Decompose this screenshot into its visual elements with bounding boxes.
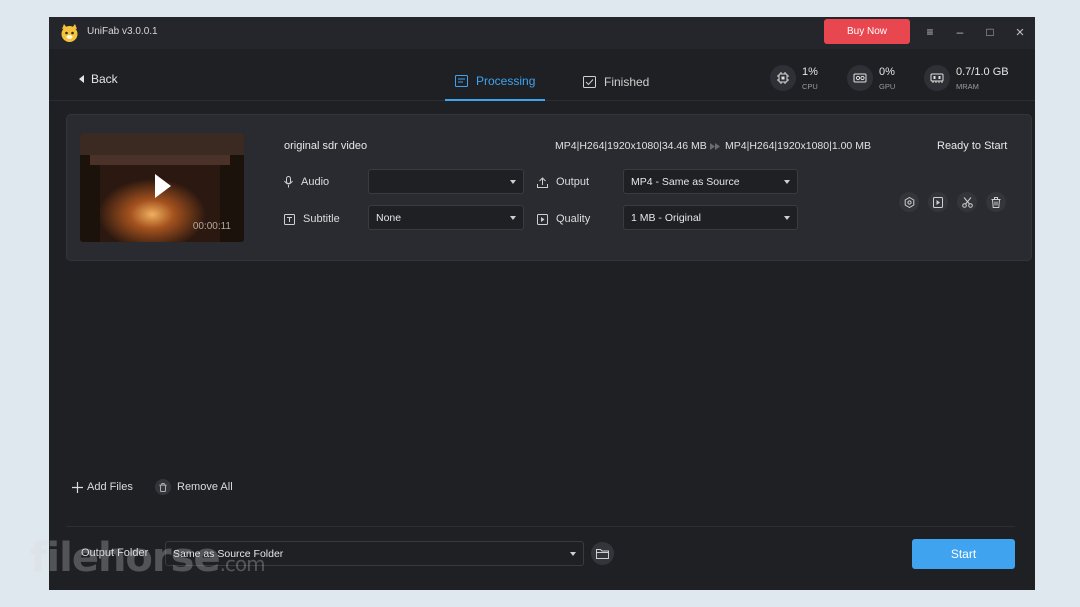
mram-value: 0.7/1.0 GB [956,65,1009,78]
maximize-icon[interactable]: □ [979,23,1001,41]
tab-processing-label: Processing [476,73,536,88]
audio-select[interactable] [368,169,524,194]
close-icon[interactable]: × [1009,23,1031,41]
settings-icon [904,196,914,208]
minimize-icon[interactable]: – [949,23,971,41]
cpu-value: 1% [802,65,818,78]
remove-all-label: Remove All [177,481,233,493]
folder-icon [596,549,609,559]
start-button[interactable]: Start [912,539,1015,569]
cpu-stat: 1% CPU [770,65,818,91]
add-files-button[interactable]: Add Files [72,481,133,493]
convert-arrow-icon [710,143,720,150]
gpu-icon [847,65,873,91]
watermark-main: filehorse [30,535,221,581]
subtitle-label-text: Subtitle [303,213,340,225]
top-navigation: Back Processing Finished 1% CPU 0% GPU 0… [49,49,1035,101]
mram-stat: 0.7/1.0 GB MRAM [924,65,1009,91]
gpu-label: GPU [879,81,896,91]
delete-button[interactable] [986,192,1006,212]
remove-all-button[interactable]: Remove All [155,479,233,495]
chevron-down-icon [510,179,516,184]
buy-now-button[interactable]: Buy Now [824,19,910,44]
gpu-value: 0% [879,65,895,78]
subtitle-select-value: None [376,211,402,224]
cpu-label: CPU [802,81,818,91]
trim-button[interactable] [957,192,977,212]
back-label: Back [91,72,118,86]
output-label-text: Output [556,176,590,188]
chevron-down-icon [784,179,790,184]
chevron-down-icon [570,551,576,556]
subtitle-select[interactable]: None [368,205,524,230]
trash-icon [991,196,1001,208]
mram-label: MRAM [956,81,979,91]
app-window: UniFab v3.0.0.1 Buy Now ≡ – □ × Back Pro… [49,17,1035,590]
watermark-suffix: .com [219,552,266,576]
source-format: MP4|H264|1920x1080|34.46 MB [555,140,707,152]
quality-icon [537,213,548,225]
memory-icon [924,65,950,91]
video-duration: 00:00:11 [192,221,231,232]
browse-folder-button[interactable] [591,542,614,565]
output-select[interactable]: MP4 - Same as Source [623,169,798,194]
add-files-label: Add Files [87,481,133,493]
preview-icon [932,196,943,208]
microphone-icon [284,176,293,188]
plus-icon [72,481,83,493]
menu-icon[interactable]: ≡ [919,23,941,41]
app-title: UniFab v3.0.0.1 [87,26,158,37]
output-label: Output [537,176,589,188]
finished-icon [583,75,596,88]
filehorse-watermark: filehorse.com [30,535,266,581]
settings-button[interactable] [899,192,919,212]
preview-button[interactable] [928,192,948,212]
task-card[interactable]: 00:00:11 original sdr video MP4|H264|192… [66,114,1032,261]
file-name: original sdr video [284,140,368,152]
task-status: Ready to Start [937,140,1008,152]
processing-icon [455,74,468,87]
scissors-icon [961,196,973,208]
chevron-down-icon [784,215,790,220]
video-thumbnail[interactable]: 00:00:11 [80,133,244,242]
tab-finished[interactable]: Finished [573,62,659,101]
quality-select-value: 1 MB - Original [631,211,702,224]
quality-label: Quality [537,213,590,225]
subtitle-icon [284,213,295,225]
audio-label: Audio [284,176,329,188]
back-arrow-icon [79,75,84,83]
cpu-icon [770,65,796,91]
tab-finished-label: Finished [604,74,650,89]
quality-select[interactable]: 1 MB - Original [623,205,798,230]
upload-icon [537,176,548,188]
unifab-logo-icon [61,24,78,42]
output-select-value: MP4 - Same as Source [631,175,740,188]
gpu-stat: 0% GPU [847,65,895,91]
title-bar: UniFab v3.0.0.1 Buy Now ≡ – □ × [49,17,1035,49]
divider [66,526,1015,527]
audio-label-text: Audio [301,176,330,188]
tab-processing[interactable]: Processing [445,62,546,101]
target-format: MP4|H264|1920x1080|1.00 MB [725,140,871,152]
quality-label-text: Quality [556,213,591,225]
trash-icon [155,479,171,495]
play-icon[interactable] [154,173,172,199]
subtitle-label: Subtitle [284,213,340,225]
chevron-down-icon [510,215,516,220]
back-button[interactable]: Back [79,72,118,86]
